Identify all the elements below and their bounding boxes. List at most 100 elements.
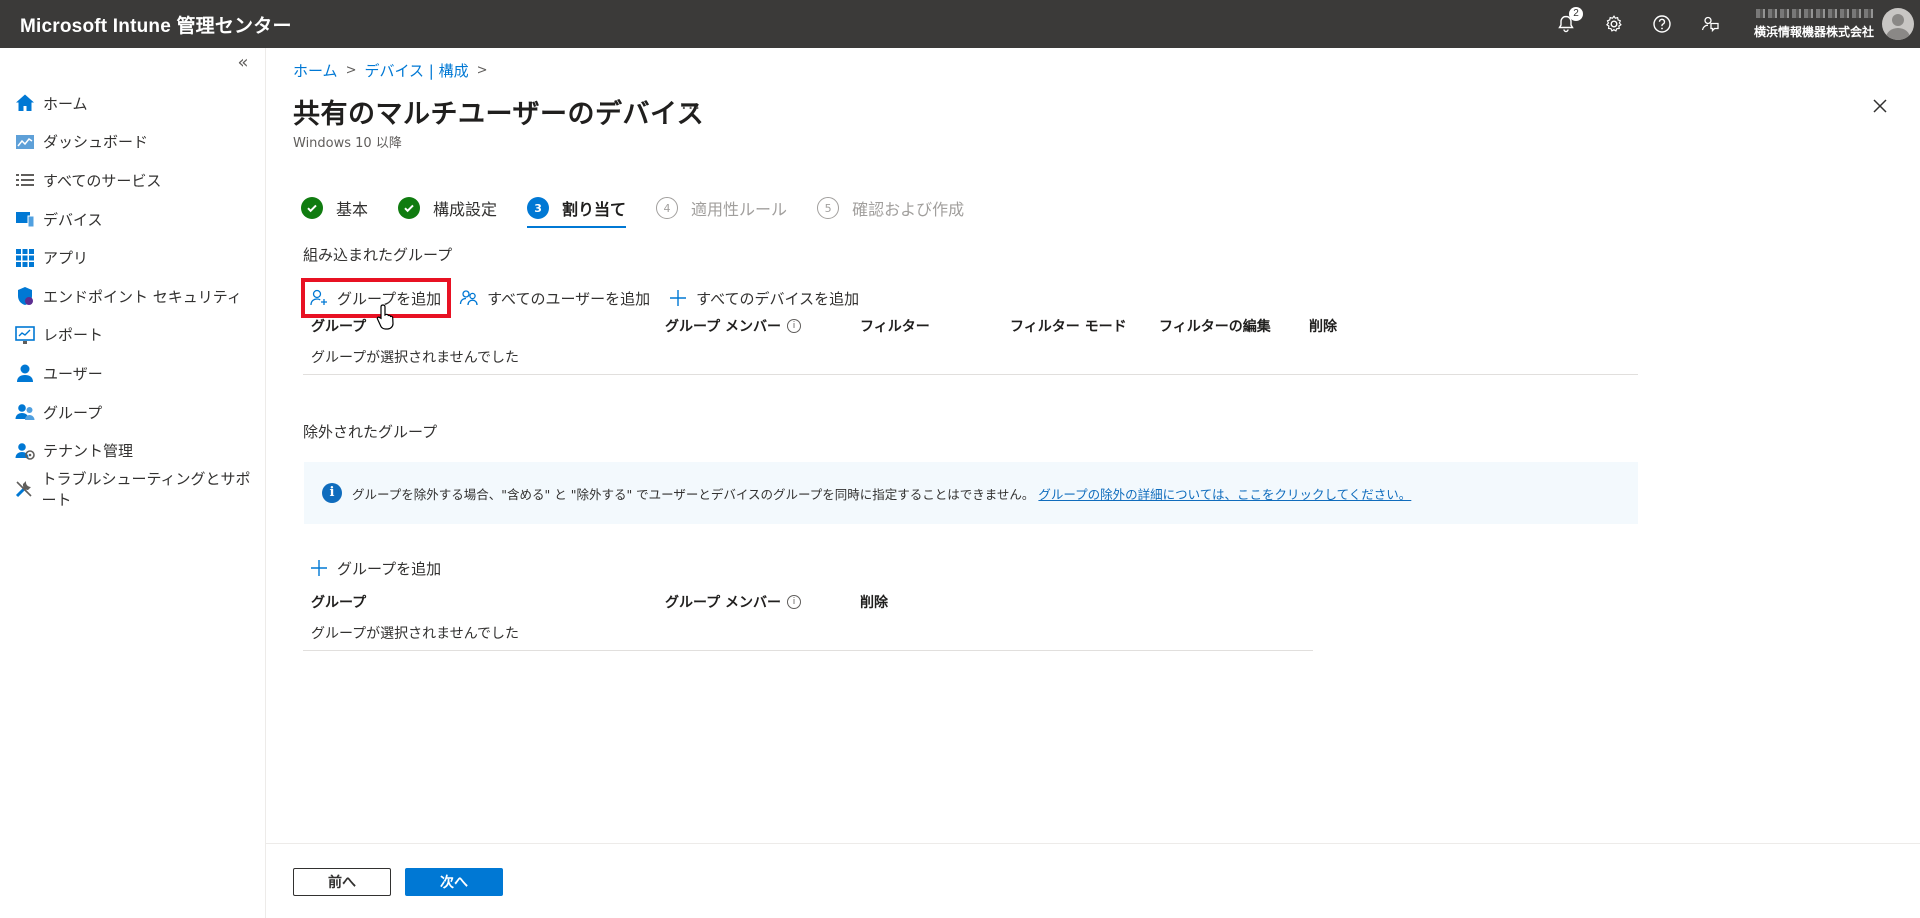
top-bar: Microsoft Intune 管理センター 2 横浜情報機器株式会社 xyxy=(0,0,1920,48)
sidebar-item-label: レポート xyxy=(43,326,104,345)
step-configuration-settings[interactable]: 構成設定 xyxy=(398,194,497,222)
column-header-label: グループ メンバー xyxy=(665,319,782,335)
sidebar-item-tenant-admin[interactable]: テナント管理 xyxy=(0,431,265,470)
add-all-users-label: すべてのユーザーを追加 xyxy=(487,289,651,308)
column-header-group[interactable]: グループ xyxy=(311,592,366,612)
step-number-badge: 3 xyxy=(527,197,550,219)
exclusion-details-link[interactable]: グループの除外の詳細については、ここをクリックしてください。 xyxy=(1038,484,1411,503)
sidebar-item-devices[interactable]: デバイス xyxy=(0,200,265,239)
column-header-filter-mode[interactable]: フィルター モード xyxy=(1010,316,1127,336)
top-bar-actions: 2 横浜情報機器株式会社 xyxy=(1542,0,1920,48)
add-excluded-group-label: グループを追加 xyxy=(337,559,442,578)
sidebar-item-label: テナント管理 xyxy=(43,442,134,461)
add-all-users-button[interactable]: すべてのユーザーを追加 xyxy=(453,280,658,316)
collapse-sidebar-button[interactable]: « xyxy=(231,52,255,76)
sidebar-item-users[interactable]: ユーザー xyxy=(0,354,265,393)
troubleshoot-icon xyxy=(13,478,35,500)
step-number-badge: 4 xyxy=(656,197,679,219)
column-header-delete[interactable]: 削除 xyxy=(1309,316,1337,336)
step-label: 割り当て xyxy=(562,200,627,219)
main-content: ホーム > デバイス | 構成 > 共有のマルチユーザーのデバイス ··· Wi… xyxy=(266,48,1920,918)
excluded-command-bar: グループを追加 xyxy=(303,550,453,586)
add-all-devices-button[interactable]: すべてのデバイスを追加 xyxy=(662,280,867,316)
sidebar-item-label: すべてのサービス xyxy=(43,171,162,190)
account-info[interactable]: 横浜情報機器株式会社 xyxy=(1734,0,1882,48)
info-message-bar: i グループを除外する場合、"含める" と "除外する" でユーザーとデバイスの… xyxy=(304,462,1638,524)
breadcrumb: ホーム > デバイス | 構成 > xyxy=(293,60,496,81)
sidebar-item-endpoint-security[interactable]: エンドポイント セキュリティ xyxy=(0,277,265,316)
tenant-admin-icon xyxy=(13,440,37,462)
breadcrumb-home[interactable]: ホーム xyxy=(293,60,338,81)
column-header-group[interactable]: グループ xyxy=(311,316,366,336)
divider xyxy=(303,650,1313,651)
sidebar: « ホーム ダッシュボード すべてのサービス デバイス アプリ エンドポイント … xyxy=(0,48,266,918)
breadcrumb-devices-config[interactable]: デバイス | 構成 xyxy=(364,60,468,81)
info-message-text: グループを除外する場合、"含める" と "除外する" でユーザーとデバイスのグル… xyxy=(352,486,1035,502)
empty-state-message: グループが選択されませんでした xyxy=(311,626,520,642)
group-icon xyxy=(13,401,37,423)
sidebar-item-label: ダッシュボード xyxy=(43,133,149,152)
page-title: 共有のマルチユーザーのデバイス xyxy=(293,99,705,130)
shield-icon xyxy=(13,285,37,307)
included-groups-table: グループ グループ メンバー i フィルター フィルター モード フィルターの編… xyxy=(303,316,1638,376)
organization-name: 横浜情報機器株式会社 xyxy=(1753,24,1874,39)
user-icon xyxy=(13,362,37,384)
column-header-group-members[interactable]: グループ メンバー i xyxy=(665,316,802,336)
sidebar-item-home[interactable]: ホーム xyxy=(0,84,265,123)
step-review-create[interactable]: 5 確認および作成 xyxy=(817,194,964,222)
list-icon xyxy=(13,169,37,191)
wizard-footer: 前へ 次へ xyxy=(266,843,1920,918)
help-button[interactable] xyxy=(1638,0,1686,48)
checkmark-circle-icon xyxy=(301,197,323,219)
next-button[interactable]: 次へ xyxy=(405,868,503,896)
info-icon: i xyxy=(322,483,342,503)
sidebar-item-reports[interactable]: レポート xyxy=(0,316,265,355)
divider xyxy=(303,374,1638,375)
feedback-button[interactable] xyxy=(1686,0,1734,48)
checkmark-circle-icon xyxy=(398,197,421,219)
sidebar-item-label: アプリ xyxy=(43,249,89,268)
devices-icon xyxy=(13,208,37,230)
sidebar-item-apps[interactable]: アプリ xyxy=(0,238,265,277)
reports-icon xyxy=(13,324,37,346)
step-label: 適用性ルール xyxy=(691,200,788,219)
add-person-icon xyxy=(310,289,327,306)
more-options-button[interactable]: ··· xyxy=(681,98,701,119)
column-header-label: グループ メンバー xyxy=(665,595,782,611)
avatar[interactable] xyxy=(1882,8,1914,40)
wizard-steps: 基本 構成設定 3 割り当て 4 適用性ルール 5 確認および作成 xyxy=(301,194,994,228)
app-title[interactable]: Microsoft Intune 管理センター xyxy=(0,11,292,38)
previous-button[interactable]: 前へ xyxy=(293,868,391,896)
plus-icon xyxy=(670,290,687,306)
info-icon[interactable]: i xyxy=(787,319,802,333)
step-assignments[interactable]: 3 割り当て xyxy=(527,194,627,228)
add-excluded-group-button[interactable]: グループを追加 xyxy=(303,550,449,586)
sidebar-nav: ホーム ダッシュボード すべてのサービス デバイス アプリ エンドポイント セキ… xyxy=(0,84,265,509)
chevron-right-icon: > xyxy=(476,63,488,78)
sidebar-item-all-services[interactable]: すべてのサービス xyxy=(0,161,265,200)
sidebar-item-dashboard[interactable]: ダッシュボード xyxy=(0,123,265,162)
info-icon[interactable]: i xyxy=(787,595,802,609)
step-applicability-rules[interactable]: 4 適用性ルール xyxy=(656,194,787,222)
sidebar-item-troubleshooting[interactable]: トラブルシューティングとサポート xyxy=(0,470,265,509)
settings-button[interactable] xyxy=(1590,0,1638,48)
column-header-group-members[interactable]: グループ メンバー i xyxy=(665,592,802,612)
sidebar-item-groups[interactable]: グループ xyxy=(0,393,265,432)
step-label: 確認および作成 xyxy=(852,200,965,219)
notification-count-badge: 2 xyxy=(1568,7,1583,21)
close-button[interactable] xyxy=(1870,96,1898,124)
sidebar-item-label: トラブルシューティングとサポート xyxy=(41,470,251,510)
plus-icon xyxy=(311,560,327,576)
settings-gear-icon xyxy=(1605,15,1622,32)
sidebar-item-label: ホーム xyxy=(43,94,88,113)
step-label: 構成設定 xyxy=(433,200,498,219)
included-groups-heading: 組み込まれたグループ xyxy=(303,246,453,264)
column-header-delete[interactable]: 削除 xyxy=(860,592,888,612)
step-basics[interactable]: 基本 xyxy=(301,194,368,222)
column-header-filter[interactable]: フィルター xyxy=(860,316,930,336)
sidebar-item-label: デバイス xyxy=(43,210,103,229)
excluded-groups-heading: 除外されたグループ xyxy=(303,423,438,441)
close-icon xyxy=(1873,99,1887,113)
notifications-button[interactable]: 2 xyxy=(1542,0,1590,48)
column-header-edit-filter[interactable]: フィルターの編集 xyxy=(1159,316,1271,336)
